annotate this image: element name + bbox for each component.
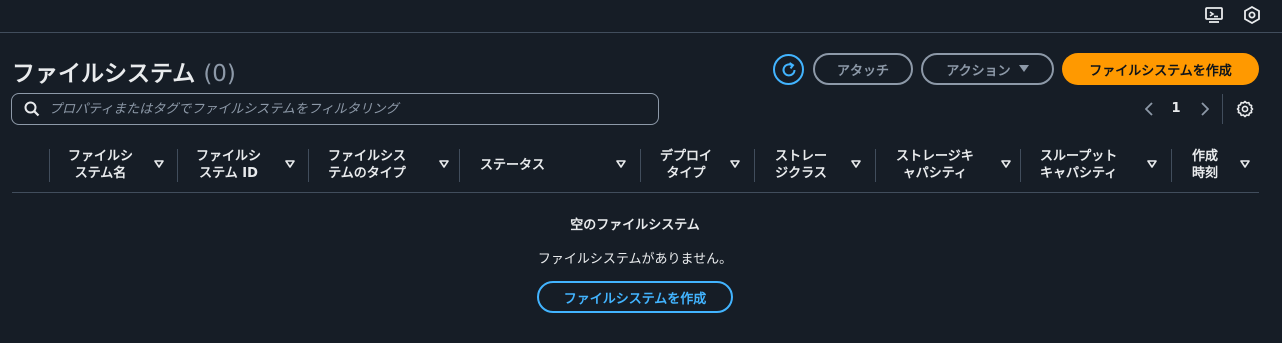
column-header-file-system-id[interactable]: ファイルシ ステム ID [196,145,295,185]
column-header-deployment-type[interactable]: デプロイ タイプ [660,145,750,185]
column-header-label: ストレー ジクラス [775,149,828,181]
column-header-label: ファイルシス テムのタイプ [328,149,407,181]
refresh-button[interactable] [773,54,804,85]
gear-icon [1236,100,1254,118]
column-divider [177,149,178,182]
empty-state-create-button-label: ファイルシステムを作成 [563,291,707,307]
column-divider [875,149,876,182]
column-header-label: ストレージキ ャパシティ [896,149,974,181]
table-header: ファイルシ ステム名 ファイルシ ステム ID ファイルシス テムのタイプ ステ… [12,145,1259,193]
sort-caret-icon [439,160,449,168]
actions-dropdown-label: アクション [946,63,1011,79]
pagination-divider [1222,94,1223,124]
column-header-label: デプロイ タイプ [660,149,713,181]
column-header-label: スループット キャパシティ [1040,149,1118,181]
sort-caret-icon [1240,160,1250,168]
page-title: ファイルシステム (0) [12,54,236,88]
empty-state-description: ファイルシステムがありません。 [537,252,733,267]
sort-caret-icon [154,160,164,168]
sort-caret-icon [730,160,740,168]
next-page-button[interactable] [1195,98,1215,120]
column-divider [1171,149,1172,182]
column-divider [459,149,460,182]
chevron-left-icon [1145,102,1153,116]
column-header-throughput-capacity[interactable]: スループット キャパシティ [1040,145,1180,185]
preferences-button[interactable] [1234,98,1256,120]
search-icon [24,101,40,117]
column-header-label: ファイルシ ステム名 [68,149,134,181]
empty-state-create-button[interactable]: ファイルシステムを作成 [537,281,733,313]
cloudshell-icon[interactable] [1203,4,1225,26]
top-bar [0,0,1282,33]
page-title-text: ファイルシステム [12,61,196,87]
search-field [11,93,659,125]
column-header-storage-class[interactable]: ストレー ジクラス [775,145,875,185]
column-header-label: ステータス [480,157,546,173]
column-divider [640,149,641,182]
caret-down-icon [1018,65,1029,72]
refresh-icon [782,61,795,76]
column-header-label: 作成 時刻 [1192,149,1219,181]
page-number-button[interactable]: 1 [1166,99,1186,119]
column-header-storage-capacity[interactable]: ストレージキ ャパシティ [896,145,1026,185]
column-divider [308,149,309,182]
attach-button-label: アタッチ [836,63,889,79]
create-file-system-button[interactable]: ファイルシステムを作成 [1062,53,1259,85]
search-input[interactable] [49,101,649,117]
sort-caret-icon [851,160,861,168]
item-count: (0) [203,61,236,87]
column-header-label: ファイルシ ステム ID [196,149,262,181]
create-file-system-button-label: ファイルシステムを作成 [1089,63,1232,79]
column-divider [754,149,755,182]
column-header-file-system-type[interactable]: ファイルシス テムのタイプ [328,145,449,185]
settings-hex-icon[interactable] [1241,4,1263,26]
sort-caret-icon [1147,160,1157,168]
attach-button[interactable]: アタッチ [813,53,913,85]
sort-caret-icon [616,160,626,168]
sort-caret-icon [1001,160,1011,168]
column-divider [49,149,50,182]
column-header-file-system-name[interactable]: ファイルシ ステム名 [68,145,164,185]
empty-state-title: 空のファイルシステム [570,218,700,233]
column-header-creation-time[interactable]: 作成 時刻 [1192,145,1252,185]
chevron-right-icon [1201,102,1209,116]
previous-page-button[interactable] [1139,98,1159,120]
sort-caret-icon [285,160,295,168]
column-header-status[interactable]: ステータス [480,145,640,185]
actions-dropdown[interactable]: アクション [921,53,1054,85]
column-divider [1020,149,1021,182]
